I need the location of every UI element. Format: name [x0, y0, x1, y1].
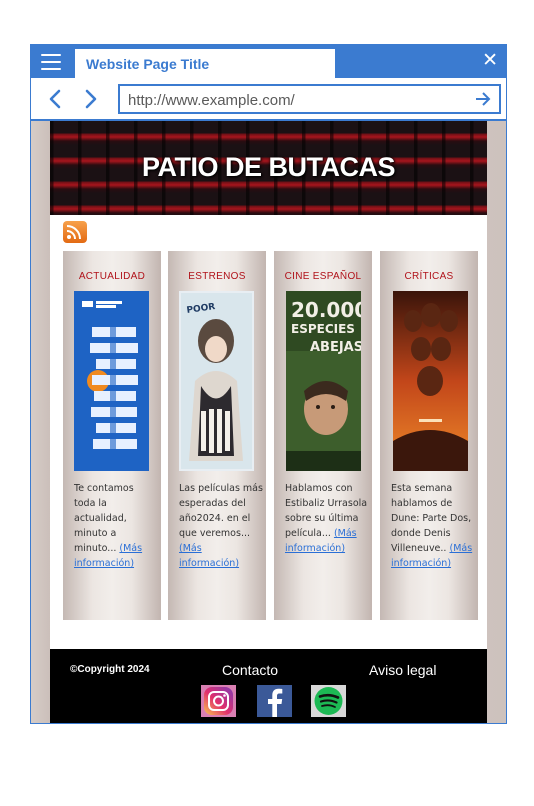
- tab-title: Website Page Title: [86, 56, 210, 72]
- poster-poor-things[interactable]: POOR: [179, 291, 254, 471]
- news-card-estrenos: ESTRENOS POOR Las películas más esperada…: [168, 251, 266, 620]
- chevron-right-icon: [85, 89, 97, 109]
- category-link[interactable]: CINE ESPAÑOL: [274, 271, 372, 282]
- site-footer: ©Copyright 2024 Contacto Aviso legal: [50, 649, 487, 723]
- browser-window: Website Page Title ✕ http://www.example.…: [30, 44, 507, 724]
- news-card-criticas: CRÍTICAS Esta semana hablamos de Dune: P…: [380, 251, 478, 620]
- page-viewport[interactable]: PATIO DE BUTACAS ACTUALIDAD Te contamos …: [31, 121, 506, 723]
- svg-text:ESPECIES: ESPECIES: [291, 322, 355, 336]
- web-page: PATIO DE BUTACAS ACTUALIDAD Te contamos …: [50, 121, 487, 723]
- title-bar: Website Page Title ✕: [31, 45, 506, 78]
- address-bar[interactable]: http://www.example.com/: [118, 84, 501, 114]
- poster-dune-part-two[interactable]: [393, 291, 468, 471]
- svg-text:ABEJAS: ABEJAS: [310, 340, 361, 355]
- category-link[interactable]: ACTUALIDAD: [63, 271, 161, 282]
- facebook-icon[interactable]: [257, 685, 292, 717]
- card-summary: Te contamos toda la actualidad, minuto a…: [74, 483, 143, 569]
- chevron-left-icon: [49, 89, 61, 109]
- more-info-link[interactable]: (Más información): [179, 543, 239, 569]
- browser-tab[interactable]: Website Page Title: [75, 49, 335, 78]
- back-button[interactable]: [45, 87, 65, 111]
- legal-notice-link[interactable]: Aviso legal: [369, 662, 436, 678]
- forward-button[interactable]: [81, 87, 101, 111]
- copyright-text: ©Copyright 2024: [70, 664, 150, 675]
- banner-image: PATIO DE BUTACAS: [50, 121, 487, 215]
- site-title: PATIO DE BUTACAS: [142, 152, 396, 182]
- category-link[interactable]: ESTRENOS: [168, 271, 266, 282]
- news-card-cine-espanol: CINE ESPAÑOL 20.000 ESPECIES ABEJAS Habl…: [274, 251, 372, 620]
- contact-link[interactable]: Contacto: [222, 662, 278, 678]
- category-link[interactable]: CRÍTICAS: [380, 271, 478, 282]
- card-summary: Esta semana hablamos de Dune: Parte Dos,…: [391, 483, 473, 569]
- url-text[interactable]: http://www.example.com/: [128, 92, 295, 109]
- card-summary: Las películas más esperadas del año2024.…: [179, 483, 263, 569]
- poster-20000-especies-de-abejas[interactable]: 20.000 ESPECIES ABEJAS: [286, 291, 361, 471]
- poster-festival-malaga[interactable]: [74, 291, 149, 471]
- close-icon[interactable]: ✕: [482, 50, 498, 72]
- spotify-icon[interactable]: [311, 685, 346, 717]
- hamburger-menu-icon[interactable]: [41, 54, 61, 70]
- navigation-bar: http://www.example.com/: [31, 78, 506, 121]
- instagram-icon[interactable]: [201, 685, 236, 717]
- svg-text:20.000: 20.000: [291, 298, 361, 322]
- arrow-right-icon[interactable]: [474, 90, 492, 108]
- rss-feed-icon[interactable]: [63, 221, 87, 243]
- card-summary: Hablamos con Estibaliz Urrasola sobre su…: [285, 483, 368, 554]
- news-card-actualidad: ACTUALIDAD Te contamos toda la actualida…: [63, 251, 161, 620]
